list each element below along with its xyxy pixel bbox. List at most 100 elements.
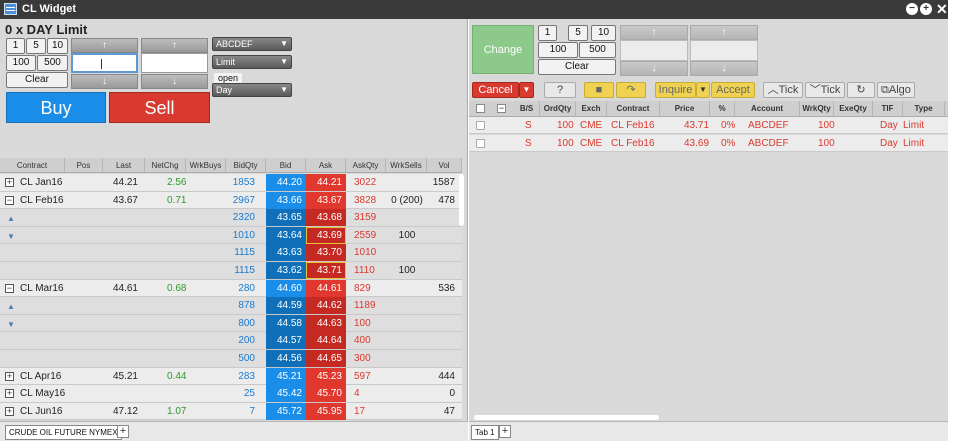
change-price-input[interactable] [620, 40, 688, 61]
orders-column-header-account[interactable]: Account [735, 101, 800, 117]
bid-cell[interactable]: 45.21 [266, 367, 306, 385]
bidqty-cell[interactable]: 800 [227, 315, 265, 332]
help-button[interactable]: ? [544, 82, 576, 98]
orders-column-header-contract[interactable]: Contract [607, 101, 660, 117]
askqty-cell[interactable]: 1189 [347, 297, 385, 314]
orders-column-header-ordqty[interactable]: OrdQty [540, 101, 576, 117]
refresh-icon[interactable]: ↻ [847, 82, 875, 98]
contract-row[interactable]: − CL Mar16 44.61 0.68 280 44.60 44.61 829 536 [0, 279, 462, 298]
ask-cell[interactable]: 45.95 [306, 402, 346, 420]
buy-button[interactable]: Buy [6, 92, 106, 123]
depth-row[interactable]: 1115 43.63 43.70 1010 [0, 244, 462, 262]
ask-cell[interactable]: 44.63 [306, 314, 346, 332]
orders-column-header-exeqty[interactable]: ExeQty [834, 101, 873, 117]
inquire-dropdown-icon[interactable]: ▼ [696, 82, 710, 98]
orders-column-header-price[interactable]: Price [660, 101, 710, 117]
depth-row[interactable]: ▲ 2320 43.65 43.68 3159 [0, 209, 462, 227]
change-clear-button[interactable]: Clear [538, 59, 616, 75]
clear-button[interactable]: Clear [6, 72, 68, 88]
bid-cell[interactable]: 44.59 [266, 297, 306, 315]
collapse-all-icon[interactable]: − [497, 104, 506, 113]
close-icon[interactable]: ✕ [936, 1, 948, 18]
orders-horizontal-scrollbar[interactable] [474, 415, 659, 420]
inquire-button[interactable]: Inquire [655, 82, 696, 98]
qty-button-5[interactable]: 5 [26, 38, 46, 54]
column-header-bid[interactable]: Bid [266, 158, 306, 173]
ask-cell[interactable]: 44.61 [306, 279, 346, 297]
bid-cell[interactable]: 44.58 [266, 314, 306, 332]
qty-button-100[interactable]: 100 [6, 55, 36, 71]
sell-button[interactable]: Sell [109, 92, 210, 123]
orders-column-header-tif[interactable]: TIF [873, 101, 903, 117]
askqty-cell[interactable]: 597 [347, 368, 385, 385]
askqty-cell[interactable]: 4 [347, 385, 385, 402]
depth-row[interactable]: 500 44.56 44.65 300 [0, 350, 462, 368]
triangle-up-icon[interactable]: ▲ [7, 214, 15, 223]
change-button[interactable]: Change [472, 25, 534, 74]
bidqty-cell[interactable]: 2967 [227, 192, 265, 209]
contract-row[interactable]: + CL Jun16 47.12 1.07 7 45.72 45.95 17 47 [0, 402, 462, 421]
bid-cell[interactable]: 43.62 [266, 262, 306, 279]
add-tab-button[interactable]: + [499, 425, 511, 438]
askqty-cell[interactable]: 3828 [347, 192, 385, 209]
change-qty-button-100[interactable]: 100 [538, 42, 578, 58]
bid-cell[interactable]: 43.65 [266, 209, 306, 227]
bid-cell[interactable]: 45.72 [266, 402, 306, 420]
triangle-down-icon[interactable]: ▼ [7, 320, 15, 329]
change-stop-price-input[interactable] [690, 40, 758, 61]
bidqty-cell[interactable]: 1115 [227, 244, 265, 261]
askqty-cell[interactable]: 17 [347, 403, 385, 420]
cancel-dropdown-icon[interactable]: ▼ [519, 82, 534, 98]
ask-cell[interactable]: 43.67 [306, 191, 346, 209]
price-up-button[interactable]: ↑ [71, 38, 138, 53]
column-header-vol[interactable]: Vol [427, 158, 462, 173]
change-qty-button-1[interactable]: 1 [538, 25, 557, 41]
price2-down-button[interactable]: ↓ [141, 74, 208, 89]
ask-cell[interactable]: 43.70 [306, 244, 346, 262]
tif-select[interactable]: Day ▼ [212, 83, 292, 97]
bidqty-cell[interactable]: 2320 [227, 209, 265, 226]
bidqty-cell[interactable]: 878 [227, 297, 265, 314]
bidqty-cell[interactable]: 500 [227, 350, 265, 367]
depth-row[interactable]: 1115 43.62 43.71 1110 100 [0, 262, 462, 280]
minimize-icon[interactable]: − [906, 3, 918, 15]
change-price2-down-button[interactable]: ↓ [690, 61, 758, 76]
askqty-cell[interactable]: 829 [347, 280, 385, 297]
price2-up-button[interactable]: ↑ [141, 38, 208, 53]
order-row-checkbox[interactable] [476, 138, 485, 148]
askqty-cell[interactable]: 3159 [347, 209, 385, 226]
bid-cell[interactable]: 43.64 [266, 226, 306, 244]
ask-cell[interactable]: 44.21 [306, 174, 346, 191]
depth-row[interactable]: ▲ 878 44.59 44.62 1189 [0, 297, 462, 315]
tab-1[interactable]: Tab 1 [471, 425, 499, 440]
contract-row[interactable]: + CL May16 25 45.42 45.70 4 0 [0, 385, 462, 403]
change-qty-button-10[interactable]: 10 [591, 25, 616, 41]
bid-cell[interactable]: 44.20 [266, 174, 306, 191]
collapse-icon[interactable]: − [5, 195, 14, 205]
add-tab-button[interactable]: + [117, 425, 129, 438]
ask-cell[interactable]: 44.65 [306, 350, 346, 367]
stop-icon[interactable]: ■ [584, 82, 614, 98]
expand-icon[interactable]: + [5, 389, 14, 399]
order-type-select[interactable]: Limit ▼ [212, 55, 292, 69]
ask-cell[interactable]: 45.70 [306, 385, 346, 403]
column-header-netchg[interactable]: NetChg [145, 158, 186, 173]
tab-crude-oil-future-nymex[interactable]: CRUDE OIL FUTURE NYMEX [5, 425, 122, 440]
bid-cell[interactable]: 45.42 [266, 385, 306, 403]
bidqty-cell[interactable]: 1115 [227, 262, 265, 279]
column-header-askqty[interactable]: AskQty [346, 158, 386, 173]
accept-button[interactable]: Accept [711, 82, 755, 98]
tick-up-button[interactable]: ︿Tick [763, 82, 803, 98]
ask-cell[interactable]: 43.71 [306, 262, 346, 279]
askqty-cell[interactable]: 300 [347, 350, 385, 367]
askqty-cell[interactable]: 100 [347, 315, 385, 332]
bidqty-cell[interactable]: 7 [227, 403, 265, 420]
ask-cell[interactable]: 45.23 [306, 367, 346, 385]
bid-cell[interactable]: 44.56 [266, 350, 306, 367]
column-header-last[interactable]: Last [103, 158, 145, 173]
bidqty-cell[interactable]: 200 [227, 332, 265, 349]
bid-cell[interactable]: 43.63 [266, 244, 306, 262]
expand-icon[interactable]: + [5, 178, 14, 187]
contract-row[interactable]: + CL Apr16 45.21 0.44 283 45.21 45.23 597 444 [0, 367, 462, 386]
column-header-bidqty[interactable]: BidQty [226, 158, 266, 173]
